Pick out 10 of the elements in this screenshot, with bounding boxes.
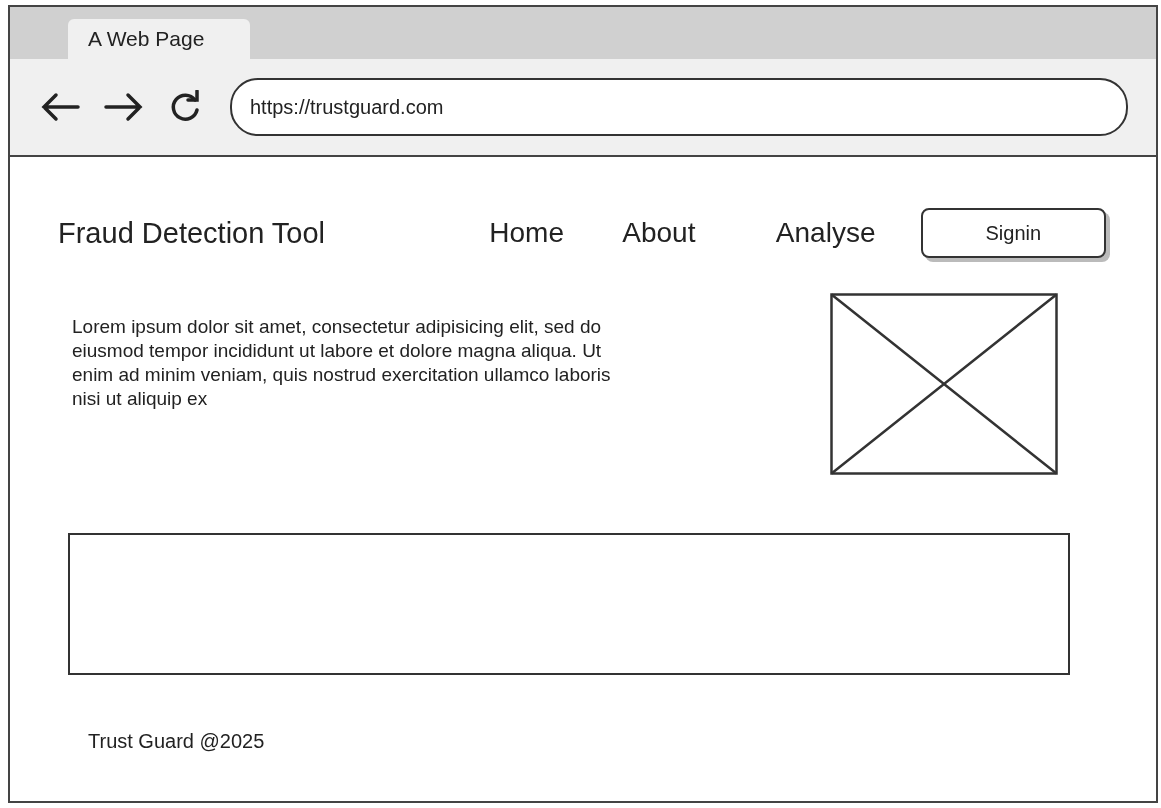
- address-bar[interactable]: https://trustguard.com: [230, 78, 1128, 136]
- browser-tab[interactable]: A Web Page: [68, 19, 250, 59]
- nav-link[interactable]: About: [622, 217, 776, 249]
- back-arrow-icon[interactable]: [40, 92, 80, 122]
- footer-text: Trust Guard @2025: [88, 730, 266, 753]
- site-title: Fraud Detection Tool: [58, 216, 327, 250]
- intro-paragraph: Lorem ipsum dolor sit amet, consectetur adipisicing elit, sed do eiusmod tempor incididunt ut labore et dolore magna aliqua. Ut enim ad minim veniam, quis nostrud exercitation ullamco laboris nisi ut aliquip ex: [72, 315, 612, 411]
- forward-arrow-icon[interactable]: [104, 92, 144, 122]
- nav-link[interactable]: Home: [489, 217, 623, 249]
- nav-link[interactable]: Analyse: [775, 217, 918, 249]
